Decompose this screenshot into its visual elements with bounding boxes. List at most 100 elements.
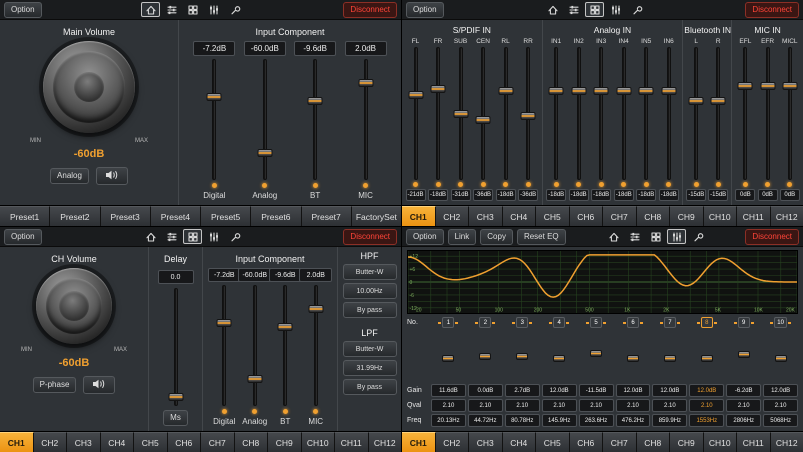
level-slider[interactable] [760,47,776,180]
level-slider[interactable] [308,285,324,406]
option-button[interactable]: Option [406,2,444,18]
level-slider[interactable] [737,47,753,180]
band-gain-value[interactable]: 12.0dB [652,384,687,397]
tab-ch6[interactable]: CH6 [168,432,202,452]
tab-ch7[interactable]: CH7 [603,206,637,226]
slider-handle[interactable] [689,97,704,105]
tab-ch3[interactable]: CH3 [469,432,503,452]
tab-ch12[interactable]: CH12 [771,432,803,452]
band-gain-value[interactable]: 11.6dB [431,384,466,397]
level-slider[interactable] [277,285,293,406]
hpf-bypass-button[interactable]: By pass [343,302,397,318]
band-gain-value[interactable]: 2.7dB [505,384,540,397]
slider-handle[interactable] [408,91,423,99]
faders-icon[interactable] [204,2,223,17]
home-icon[interactable] [141,229,160,244]
faders-icon[interactable] [667,229,686,244]
level-slider[interactable] [408,47,424,180]
band-gain-value[interactable]: 12.0dB [616,384,651,397]
level-slider[interactable] [475,47,491,180]
tab-preset5[interactable]: Preset5 [201,206,251,226]
level-slider[interactable] [520,47,536,180]
preset-list-icon[interactable] [162,2,181,17]
slider-handle[interactable] [521,112,536,120]
tab-ch1[interactable]: CH1 [402,206,436,226]
level-slider[interactable] [571,47,587,180]
tab-ch12[interactable]: CH12 [369,432,402,452]
volume-knob-icon[interactable] [43,41,135,133]
tab-ch1[interactable]: CH1 [0,432,34,452]
slider-handle[interactable] [431,85,446,93]
slider-handle[interactable] [661,87,676,95]
disconnect-button[interactable]: Disconnect [343,229,397,245]
band-freq-value[interactable]: 80.78Hz [505,414,540,427]
band-number[interactable]: 6 [627,317,639,328]
slider-handle[interactable] [257,149,272,157]
slider-handle[interactable] [738,82,753,90]
tab-ch11[interactable]: CH11 [737,432,771,452]
tab-ch10[interactable]: CH10 [704,206,738,226]
tab-ch5[interactable]: CH5 [536,432,570,452]
slider-handle[interactable] [590,350,602,357]
slider-handle[interactable] [498,87,513,95]
band-qval-value[interactable]: 2.10 [542,399,577,412]
grid-icon[interactable] [646,229,665,244]
tab-preset2[interactable]: Preset2 [50,206,100,226]
band-qval-value[interactable]: 2.10 [505,399,540,412]
tab-ch2[interactable]: CH2 [436,432,470,452]
ch-volume-knob[interactable]: MIN MAX [15,266,133,356]
tab-preset6[interactable]: Preset6 [251,206,301,226]
lpf-freq-button[interactable]: 31.99Hz [343,360,397,376]
slider-handle[interactable] [549,87,564,95]
level-slider[interactable] [307,59,323,180]
level-slider[interactable] [689,355,724,357]
tab-ch3[interactable]: CH3 [469,206,503,226]
disconnect-button[interactable]: Disconnect [745,2,799,18]
preset-list-icon[interactable] [625,229,644,244]
level-slider[interactable] [593,47,609,180]
tab-ch9[interactable]: CH9 [268,432,302,452]
slider-handle[interactable] [594,87,609,95]
level-slider[interactable] [548,47,564,180]
band-freq-value[interactable]: 20.13Hz [431,414,466,427]
band-gain-value[interactable]: 12.0dB [689,384,724,397]
tune-icon[interactable] [225,2,244,17]
slider-handle[interactable] [760,82,775,90]
link-button[interactable]: Link [448,229,477,245]
level-slider[interactable] [216,285,232,406]
option-button[interactable]: Option [4,229,42,245]
level-slider[interactable] [468,355,503,357]
hpf-type-button[interactable]: Butter-W [343,264,397,280]
slider-handle[interactable] [247,375,262,383]
slider-handle[interactable] [738,351,750,358]
delay-unit-button[interactable]: Ms [163,410,188,426]
level-slider[interactable] [782,47,798,180]
level-slider[interactable] [505,355,540,357]
band-qval-value[interactable]: 2.10 [579,399,614,412]
copy-button[interactable]: Copy [480,229,513,245]
tab-ch12[interactable]: CH12 [771,206,803,226]
slider-handle[interactable] [308,305,323,313]
home-icon[interactable] [543,2,562,17]
level-slider[interactable] [358,59,374,180]
slider-handle[interactable] [453,110,468,118]
band-freq-value[interactable]: 145.9Hz [542,414,577,427]
band-freq-value[interactable]: 263.6Hz [579,414,614,427]
band-number[interactable]: 5 [590,317,602,328]
band-freq-value[interactable]: 859.9Hz [652,414,687,427]
disconnect-button[interactable]: Disconnect [745,229,799,245]
band-number[interactable]: 7 [664,317,676,328]
tab-ch3[interactable]: CH3 [67,432,101,452]
grid-icon[interactable] [585,2,604,17]
slider-handle[interactable] [516,353,528,360]
main-volume-knob[interactable]: MIN MAX [24,39,154,147]
band-number[interactable]: 4 [553,317,565,328]
band-qval-value[interactable]: 2.10 [763,399,798,412]
band-qval-value[interactable]: 2.10 [652,399,687,412]
slider-handle[interactable] [571,87,586,95]
tune-icon[interactable] [627,2,646,17]
slider-handle[interactable] [627,355,639,362]
level-slider[interactable] [652,355,687,357]
slider-handle[interactable] [442,355,454,362]
hpf-freq-button[interactable]: 10.00Hz [343,283,397,299]
